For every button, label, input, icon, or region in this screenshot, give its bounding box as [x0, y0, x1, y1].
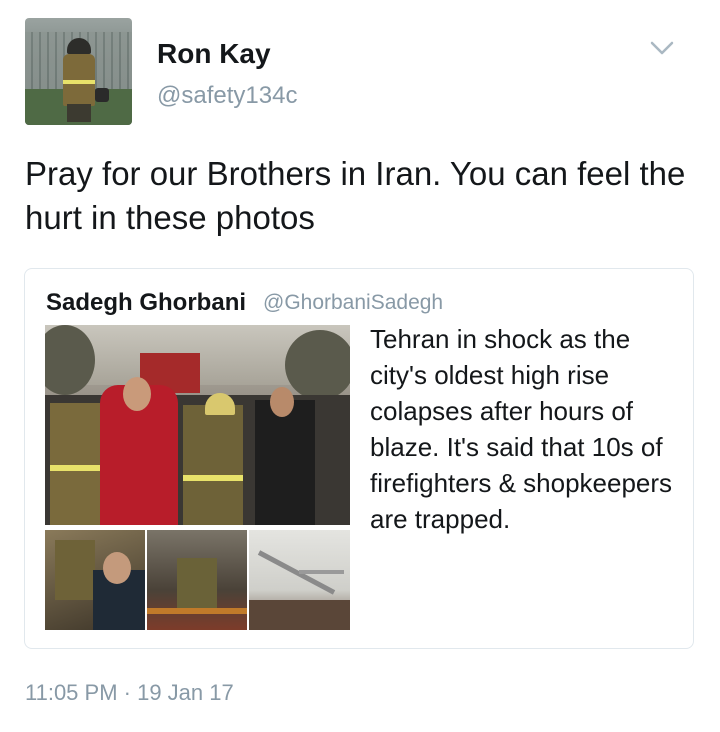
quoted-tweet[interactable]: Sadegh Ghorbani @GhorbaniSadegh Tehran i… [24, 268, 694, 649]
quoted-tweet-text: Tehran in shock as the city's oldest hig… [370, 324, 673, 534]
tweet-text: Pray for our Brothers in Iran. You can f… [25, 155, 686, 236]
avatar-reflective-stripe [63, 80, 95, 84]
photo-firefighter [177, 558, 217, 608]
photo-stripe [50, 465, 100, 471]
photo-helmet [205, 393, 235, 415]
photo-face [123, 377, 151, 411]
photo-tree [285, 330, 350, 400]
author-name[interactable]: Ron Kay [157, 38, 271, 70]
photo-face [103, 552, 131, 584]
photo-rubble [249, 600, 350, 630]
chevron-down-icon[interactable] [650, 40, 674, 56]
photo-face [270, 387, 294, 417]
photo-crane-arm [299, 570, 344, 574]
quoted-author-handle[interactable]: @GhorbaniSadegh [263, 291, 443, 315]
photo-man-dark-jacket [255, 400, 315, 525]
photo-firefighter [183, 405, 243, 525]
avatar-legs [67, 104, 91, 122]
avatar-bag [95, 88, 109, 102]
photo-firefighter [50, 403, 100, 525]
quoted-photo-2[interactable] [45, 530, 145, 630]
author-avatar[interactable] [25, 18, 132, 125]
quoted-photo-4[interactable] [249, 530, 350, 630]
tweet-timestamp[interactable]: 11:05 PM · 19 Jan 17 [25, 680, 234, 706]
quoted-author-name[interactable]: Sadegh Ghorbani [46, 289, 246, 317]
quoted-photo-3[interactable] [147, 530, 247, 630]
photo-stripe [183, 475, 243, 481]
author-handle[interactable]: @safety134c [157, 82, 297, 110]
quoted-photo-main[interactable] [45, 325, 350, 525]
photo-hose [147, 608, 247, 614]
photo-firefighter [55, 540, 95, 600]
